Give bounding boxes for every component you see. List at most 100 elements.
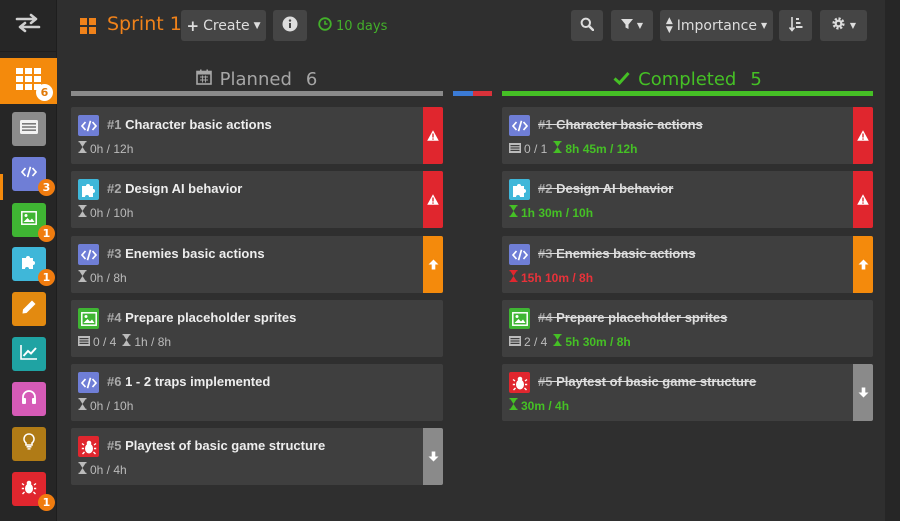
card-title-text: Enemies basic actions — [556, 246, 696, 261]
card-title: #4 Prepare placeholder sprites — [107, 310, 296, 325]
sidebar-item-writing[interactable] — [12, 292, 46, 326]
hourglass-icon — [78, 204, 87, 220]
low-priority-icon — [423, 428, 443, 485]
scrollbar-track[interactable] — [885, 0, 900, 521]
sidebar-item-audio[interactable] — [12, 382, 46, 416]
settings-button[interactable]: ▼ — [820, 10, 867, 41]
task-card[interactable]: #2 Design AI behavior 0h / 10h — [71, 171, 443, 228]
sidebar-badge: 1 — [38, 269, 55, 286]
pencil-icon — [21, 299, 37, 320]
hourglass-icon — [509, 269, 518, 285]
bug-icon — [509, 372, 530, 393]
card-number: #5 — [107, 438, 122, 453]
card-number: #1 — [538, 117, 553, 132]
card-meta: 0h / 12h — [78, 140, 133, 156]
critical-priority-icon — [423, 107, 443, 164]
days-label: 10 days — [336, 18, 388, 34]
info-icon — [282, 16, 298, 36]
time-estimate: 15h 10m / 8h — [521, 270, 594, 285]
card-number: #2 — [538, 181, 553, 196]
column-name: Completed — [638, 68, 737, 90]
column-count: 6 — [305, 68, 318, 90]
puzzle-icon — [21, 254, 37, 275]
task-card[interactable]: #5 Playtest of basic game structure 0h / … — [71, 428, 443, 485]
sort-amount-icon — [788, 16, 803, 36]
card-title-text: Playtest of basic game structure — [556, 374, 757, 389]
task-card[interactable]: #1 Character basic actions 0 / 1 8h 45m / … — [502, 107, 873, 164]
card-title: #4 Prepare placeholder sprites — [538, 310, 727, 325]
board-icon — [80, 18, 96, 39]
sidebar-item-graphics[interactable]: 1 — [12, 203, 55, 242]
tasks-icon — [509, 335, 521, 349]
task-count: 2 / 4 — [524, 334, 548, 349]
card-title-text: Prepare placeholder sprites — [556, 310, 728, 325]
sidebar-item-board[interactable]: 6 — [0, 58, 57, 104]
gear-icon — [831, 16, 846, 35]
tasks-icon — [509, 142, 521, 156]
sort-label: Importance — [676, 17, 757, 34]
task-card[interactable]: #3 Enemies basic actions 15h 10m / 8h — [502, 236, 873, 293]
search-icon — [580, 17, 595, 35]
sidebar-item-code[interactable]: 3 — [12, 157, 55, 196]
card-title: #1 Character basic actions — [538, 117, 703, 132]
card-meta: 2 / 4 5h 30m / 8h — [509, 333, 631, 349]
drop-zone-indicator-blue — [453, 91, 473, 96]
sprint-title[interactable]: Sprint 1 — [107, 13, 182, 35]
sidebar-badge: 3 — [38, 179, 55, 196]
time-estimate: 0h / 10h — [90, 398, 134, 413]
code-icon — [509, 244, 530, 265]
create-button[interactable]: + Create ▼ — [181, 10, 266, 41]
sidebar-toggle[interactable] — [0, 0, 56, 52]
hourglass-icon — [509, 204, 518, 220]
task-card[interactable]: #1 Character basic actions 0h / 12h — [71, 107, 443, 164]
task-card[interactable]: #5 Playtest of basic game structure 30m /… — [502, 364, 873, 421]
task-card[interactable]: #2 Design AI behavior 1h 30m / 10h — [502, 171, 873, 228]
task-count: 0 / 1 — [524, 141, 548, 156]
code-icon — [78, 372, 99, 393]
search-button[interactable] — [571, 10, 603, 41]
card-title-text: Playtest of basic game structure — [125, 438, 326, 453]
card-title-text: Design AI behavior — [556, 181, 674, 196]
sidebar-item-design[interactable]: 1 — [12, 247, 55, 286]
time-estimate: 0h / 4h — [90, 462, 127, 477]
caret-down-icon: ▼ — [253, 20, 261, 31]
card-number: #3 — [538, 246, 553, 261]
filter-button[interactable]: ▼ — [611, 10, 653, 41]
code-icon — [509, 115, 530, 136]
task-card[interactable]: #3 Enemies basic actions 0h / 8h — [71, 236, 443, 293]
time-estimate: 0h / 8h — [90, 270, 127, 285]
sort-order-button[interactable] — [779, 10, 812, 41]
swap-arrows-icon — [15, 13, 41, 38]
hourglass-icon — [78, 397, 87, 413]
info-button[interactable] — [273, 10, 307, 41]
task-card[interactable]: #4 Prepare placeholder sprites 2 / 4 5h 30… — [502, 300, 873, 357]
image-icon — [509, 308, 530, 329]
time-estimate: 0h / 10h — [90, 205, 134, 220]
checkmark-icon — [613, 69, 630, 90]
lightbulb-icon — [22, 433, 36, 455]
task-card[interactable]: #6 1 - 2 traps implemented 0h / 10h — [71, 364, 443, 421]
bug-icon — [78, 436, 99, 457]
sort-button[interactable]: ▲ ▼ Importance ▼ — [660, 10, 773, 41]
sidebar-item-ideas[interactable] — [12, 427, 46, 461]
task-card[interactable]: #4 Prepare placeholder sprites 0 / 4 1h / … — [71, 300, 443, 357]
sidebar-item-backlog[interactable] — [12, 112, 46, 146]
caret-down-icon: ▼ — [761, 21, 768, 30]
filter-icon — [620, 18, 633, 34]
sidebar-item-stats[interactable] — [12, 337, 46, 371]
image-icon — [78, 308, 99, 329]
card-title-text: Character basic actions — [125, 117, 272, 132]
hourglass-icon — [78, 140, 87, 156]
card-number: #6 — [107, 374, 122, 389]
bug-icon — [21, 479, 37, 500]
card-title: #5 Playtest of basic game structure — [107, 438, 325, 453]
sidebar-item-bugs[interactable]: 1 — [12, 472, 55, 511]
high-priority-icon — [423, 236, 443, 293]
card-title-text: Prepare placeholder sprites — [125, 310, 297, 325]
hourglass-icon — [509, 397, 518, 413]
column-name: Planned — [219, 68, 292, 90]
critical-priority-icon — [853, 171, 873, 228]
sidebar-badge: 6 — [36, 84, 53, 101]
sidebar: 6 3 1 1 1 — [0, 0, 57, 521]
time-estimate: 30m / 4h — [521, 398, 570, 413]
